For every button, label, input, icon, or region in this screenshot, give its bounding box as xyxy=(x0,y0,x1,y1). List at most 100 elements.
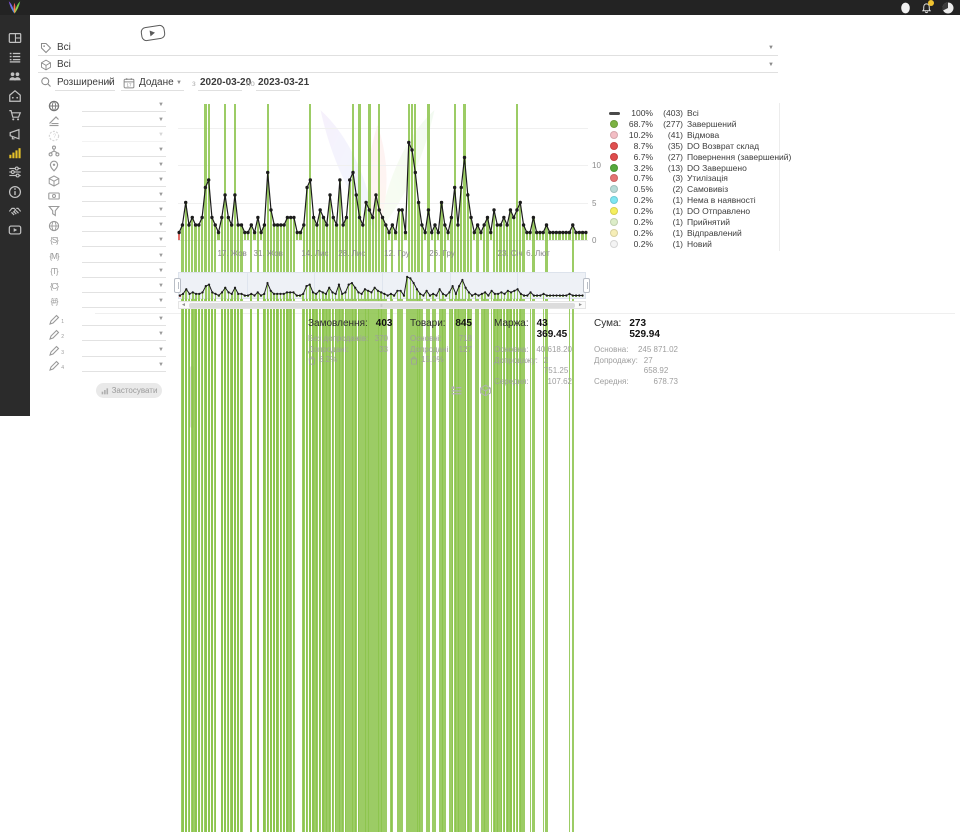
filter-select-16[interactable] xyxy=(82,329,166,341)
sidebar-item-handshake[interactable] xyxy=(8,204,22,218)
legend-percent: 0.2% xyxy=(623,195,653,205)
legend-item[interactable]: 0.2%(1)Новий xyxy=(610,238,791,249)
legend-item[interactable]: 0.2%(1)Прийнятий xyxy=(610,216,791,227)
legend-item[interactable]: 0.2%(1)Нема в наявності xyxy=(610,195,791,206)
sidebar-item-info[interactable] xyxy=(8,185,22,199)
brush-handle-right[interactable] xyxy=(583,278,590,293)
account-icon[interactable] xyxy=(942,2,954,14)
filter-select-10[interactable] xyxy=(82,235,166,247)
sidebar-item-statistics[interactable] xyxy=(8,146,22,160)
users-icon xyxy=(8,69,22,83)
legend-item[interactable]: 6.7%(27)Повернення (завершений) xyxy=(610,151,791,162)
bar-segment xyxy=(228,292,230,832)
bell-icon[interactable] xyxy=(921,2,932,14)
chevron-down-icon[interactable]: ▼ xyxy=(106,80,112,86)
chevron-down-icon: ▼ xyxy=(158,283,164,289)
filter-select-15[interactable] xyxy=(82,314,166,326)
legend-item[interactable]: 10.2%(41)Відмова xyxy=(610,130,791,141)
legend-item[interactable]: 8.7%(35)DO Возврат склад xyxy=(610,141,791,152)
sidebar-item-users[interactable] xyxy=(8,69,22,83)
stat-value: 43 369.45 xyxy=(537,318,572,340)
legend-percent: 8.7% xyxy=(623,141,653,151)
sidebar-item-megaphone[interactable] xyxy=(8,127,22,141)
pencil-index: 4 xyxy=(61,362,63,374)
navigator-chart[interactable] xyxy=(178,272,586,299)
chevron-down-icon[interactable]: ▼ xyxy=(176,80,182,86)
date-to-input[interactable]: 2023-03-21 xyxy=(258,77,309,88)
legend-item[interactable]: 0.2%(1)DO Отправлено xyxy=(610,206,791,217)
svg-text:?: ? xyxy=(53,134,57,140)
chart-legend: 100%(403)Всі68.7%(277)Завершений10.2%(41… xyxy=(610,108,791,249)
filter-select-2[interactable] xyxy=(82,115,166,127)
legend-count: (27) xyxy=(657,152,683,162)
legend-count: (277) xyxy=(657,119,683,129)
sidebar-item-store[interactable] xyxy=(8,89,22,103)
legend-item[interactable]: 0.5%(2)Самовивіз xyxy=(610,184,791,195)
sidebar-item-video[interactable] xyxy=(8,223,22,237)
stat-column: Замовлення:403Без допродажів:370Допродан… xyxy=(308,318,388,387)
chevron-down-icon[interactable]: ▼ xyxy=(768,62,774,68)
filter-select-12[interactable] xyxy=(82,266,166,278)
filter-select-8[interactable] xyxy=(82,205,166,217)
legend-dot xyxy=(610,185,618,193)
search-icon[interactable] xyxy=(40,76,52,88)
chevron-down-icon[interactable]: ▼ xyxy=(768,45,774,51)
filter-select-7[interactable] xyxy=(82,190,166,202)
x-tick-label: 31. Жов xyxy=(254,249,283,258)
brush-handle-left[interactable] xyxy=(174,278,181,293)
filter-select-5[interactable] xyxy=(82,160,166,172)
filter-select-13[interactable] xyxy=(82,281,166,293)
x-tick-label: 26. Гру xyxy=(429,249,455,258)
chevron-down-icon: ▼ xyxy=(158,222,164,228)
filter-select-17[interactable] xyxy=(82,345,166,357)
filter-select-11[interactable] xyxy=(82,251,166,263)
sidebar-item-orders-list[interactable] xyxy=(8,50,22,64)
scrollbar-thumb[interactable]: ≡ xyxy=(189,303,575,308)
legend-percent: 0.2% xyxy=(623,206,653,216)
filter-select-9[interactable] xyxy=(82,220,166,232)
filter-select-3 xyxy=(82,130,166,142)
stat-subvalue: 245 871.02 xyxy=(638,345,678,356)
sidebar-item-sliders[interactable] xyxy=(8,165,22,179)
list-view-icon[interactable] xyxy=(450,384,463,397)
chart-scrollbar[interactable]: ◄ ≡ ► xyxy=(178,301,586,309)
filter-select-6[interactable] xyxy=(82,175,166,187)
y-tick-label: 0 xyxy=(592,236,596,245)
stat-value: 403 xyxy=(376,318,393,329)
filter-select-4[interactable] xyxy=(82,145,166,157)
legend-dot xyxy=(610,131,618,139)
legend-item[interactable]: 100%(403)Всі xyxy=(610,108,791,119)
brace-icon: {#} xyxy=(48,296,60,308)
stat-sublabel: Допродажу: xyxy=(494,356,538,377)
legend-percent: 68.7% xyxy=(623,119,653,129)
date-from-input[interactable]: 2020-03-20 xyxy=(200,77,251,88)
sidebar-item-cart[interactable] xyxy=(8,108,22,122)
legend-item[interactable]: 0.2%(1)Відправлений xyxy=(610,227,791,238)
legend-item[interactable]: 3.2%(13)DO Завершено xyxy=(610,162,791,173)
app-logo[interactable] xyxy=(6,0,23,15)
y-tick-label: 10 xyxy=(592,161,601,170)
status-filter-value[interactable]: Всі xyxy=(57,42,71,53)
bar-segment xyxy=(208,285,210,832)
filter-select-1[interactable] xyxy=(82,100,166,112)
stat-subvalue: 127 xyxy=(459,345,472,356)
avatar-icon[interactable] xyxy=(900,2,911,14)
product-filter-value[interactable]: Всі xyxy=(57,59,71,70)
scroll-right-arrow[interactable]: ► xyxy=(576,302,585,308)
scroll-left-arrow[interactable]: ◄ xyxy=(179,302,188,308)
video-filter-icon[interactable] xyxy=(140,24,166,42)
stat-value: 845 xyxy=(455,318,472,329)
pencil-icon: 1 xyxy=(48,314,60,326)
legend-count: (2) xyxy=(657,184,683,194)
package-view-icon[interactable] xyxy=(479,384,492,397)
dashboard-icon xyxy=(8,31,22,45)
legend-item[interactable]: 0.7%(3)Утилізація xyxy=(610,173,791,184)
sidebar-item-dashboard[interactable] xyxy=(8,31,22,45)
chevron-down-icon: ▼ xyxy=(158,362,164,368)
legend-percent: 0.2% xyxy=(623,239,653,249)
date-field-select[interactable]: Додане xyxy=(139,77,174,88)
filter-select-14[interactable] xyxy=(82,296,166,308)
filter-select-18[interactable] xyxy=(82,360,166,372)
apply-button[interactable]: Застосувати xyxy=(96,383,162,398)
legend-item[interactable]: 68.7%(277)Завершений xyxy=(610,119,791,130)
